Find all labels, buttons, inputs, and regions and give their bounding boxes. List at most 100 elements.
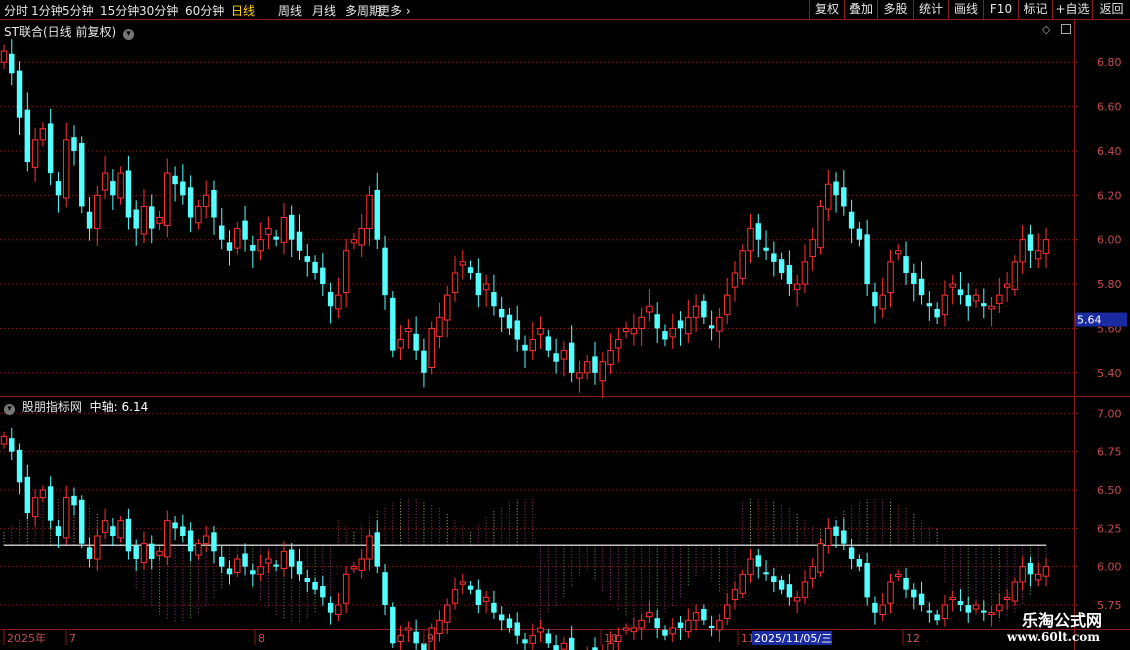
- period-9[interactable]: 多周期: [345, 2, 381, 19]
- indicator-candle-body: [739, 573, 746, 594]
- main-candle-body: [304, 256, 310, 262]
- diamond-icon[interactable]: ◇: [1042, 23, 1050, 36]
- main-candle-body: [739, 250, 746, 279]
- indicator-tick-label: 6.50: [1097, 484, 1122, 497]
- indicator-candle-body: [265, 558, 272, 564]
- indicator-candle-body: [16, 449, 23, 483]
- current-price-label: 5.64: [1077, 314, 1102, 327]
- main-candle-body: [164, 172, 171, 226]
- period-8[interactable]: 月线: [312, 2, 336, 19]
- indicator-candle-body: [164, 520, 171, 558]
- period-5[interactable]: 60分钟: [185, 2, 224, 19]
- indicator-candle-body: [864, 562, 870, 598]
- indicator-candle-body: [879, 604, 886, 616]
- indicator-candle-body: [630, 627, 638, 633]
- indicator-candle-body: [662, 629, 668, 636]
- main-candle-body: [809, 239, 816, 258]
- indicator-candle-body: [965, 605, 971, 613]
- indicator-candle-body: [848, 547, 855, 559]
- indicator-candle-body: [918, 593, 925, 605]
- indicator-candle-body: [257, 566, 264, 575]
- main-candle-body: [731, 272, 739, 288]
- period-0[interactable]: 分时: [4, 2, 28, 19]
- main-candle-body: [226, 242, 233, 251]
- indicator-candle-body: [366, 535, 373, 560]
- indicator-candle-body: [778, 580, 785, 590]
- indicator-candle-body: [133, 545, 139, 559]
- indicator-candle-body: [397, 635, 404, 642]
- indicator-candle-body: [1042, 566, 1050, 577]
- price-tick-label: 5.40: [1097, 367, 1122, 380]
- indicator-candle-body: [0, 435, 8, 445]
- main-candle-body: [1011, 261, 1019, 290]
- main-candle-body: [62, 139, 70, 199]
- main-candle-body: [903, 256, 909, 273]
- action-button-3[interactable]: 统计: [913, 0, 948, 19]
- action-button-7[interactable]: +自选: [1052, 0, 1092, 19]
- price-tick-label: 6.00: [1097, 234, 1122, 247]
- indicator-candle-body: [801, 581, 809, 598]
- period-3[interactable]: 15分钟: [100, 2, 139, 19]
- main-candle-body: [537, 327, 544, 335]
- period-6[interactable]: 日线: [231, 2, 255, 19]
- indicator-candle-body: [451, 589, 459, 604]
- main-candle-body: [47, 123, 54, 174]
- main-candle-body: [833, 181, 839, 196]
- indicator-candle-body: [809, 566, 816, 579]
- main-candle-body: [583, 361, 591, 374]
- main-candle-body: [16, 70, 23, 118]
- indicator-title[interactable]: ▾ 股朋指标网 中轴: 6.14: [4, 398, 148, 415]
- period-2[interactable]: 5分钟: [62, 2, 94, 19]
- indicator-candle-body: [280, 550, 288, 570]
- main-candle-body: [117, 172, 124, 199]
- indicator-candle-body: [560, 642, 568, 650]
- indicator-candle-body: [856, 559, 863, 567]
- chevron-down-icon[interactable]: ▾: [122, 29, 134, 40]
- chevron-down-icon[interactable]: ▾: [4, 404, 15, 415]
- main-candle-body: [250, 245, 256, 251]
- main-candle-body: [926, 303, 933, 307]
- price-tick-label: 6.40: [1097, 145, 1122, 158]
- indicator-candle-body: [771, 576, 777, 582]
- period-10[interactable]: 更多 ›: [378, 2, 411, 19]
- period-1[interactable]: 1分钟: [31, 2, 63, 19]
- main-candle-body: [71, 137, 77, 151]
- main-candle-body: [320, 267, 326, 285]
- action-button-1[interactable]: 叠加: [844, 0, 877, 19]
- indicator-candle-body: [545, 633, 552, 644]
- main-candle-body: [405, 327, 412, 333]
- indicator-candle-body: [86, 547, 93, 559]
- action-button-0[interactable]: 复权: [809, 0, 844, 19]
- main-candle-body: [723, 294, 731, 316]
- main-candle-body: [622, 327, 630, 333]
- indicator-candle-body: [934, 614, 940, 621]
- indicator-candle-body: [110, 526, 116, 536]
- indicator-candle-body: [1019, 566, 1026, 583]
- action-button-5[interactable]: F10: [983, 0, 1018, 19]
- action-button-8[interactable]: 返回: [1092, 0, 1130, 19]
- indicator-candle-body: [654, 618, 660, 628]
- indicator-candle-body: [180, 526, 186, 536]
- panel-toggle-icon[interactable]: [1061, 24, 1071, 34]
- main-candle-body: [529, 339, 536, 352]
- main-candle-body: [887, 261, 894, 293]
- indicator-candle-body: [701, 608, 707, 621]
- candlestick-chart[interactable]: 6.806.606.406.206.005.805.605.407.006.75…: [0, 20, 1130, 650]
- indicator-candle-body: [234, 558, 241, 573]
- action-button-4[interactable]: 画线: [948, 0, 983, 19]
- indicator-candle-body: [988, 612, 995, 616]
- indicator-candle-body: [475, 589, 482, 605]
- period-7[interactable]: 周线: [278, 2, 302, 19]
- main-candle-body: [342, 250, 350, 293]
- period-4[interactable]: 30分钟: [139, 2, 178, 19]
- main-candle-body: [39, 128, 47, 141]
- main-candle-body: [755, 223, 762, 240]
- stock-title[interactable]: ST联合(日线 前复权) ▾: [4, 23, 134, 40]
- indicator-candle-body: [444, 604, 451, 623]
- main-candle-body: [592, 356, 598, 373]
- action-button-2[interactable]: 多股: [877, 0, 913, 19]
- action-button-6[interactable]: 标记: [1018, 0, 1052, 19]
- main-candle-body: [638, 316, 645, 329]
- indicator-candle-body: [47, 486, 54, 521]
- main-candle-body: [110, 181, 116, 196]
